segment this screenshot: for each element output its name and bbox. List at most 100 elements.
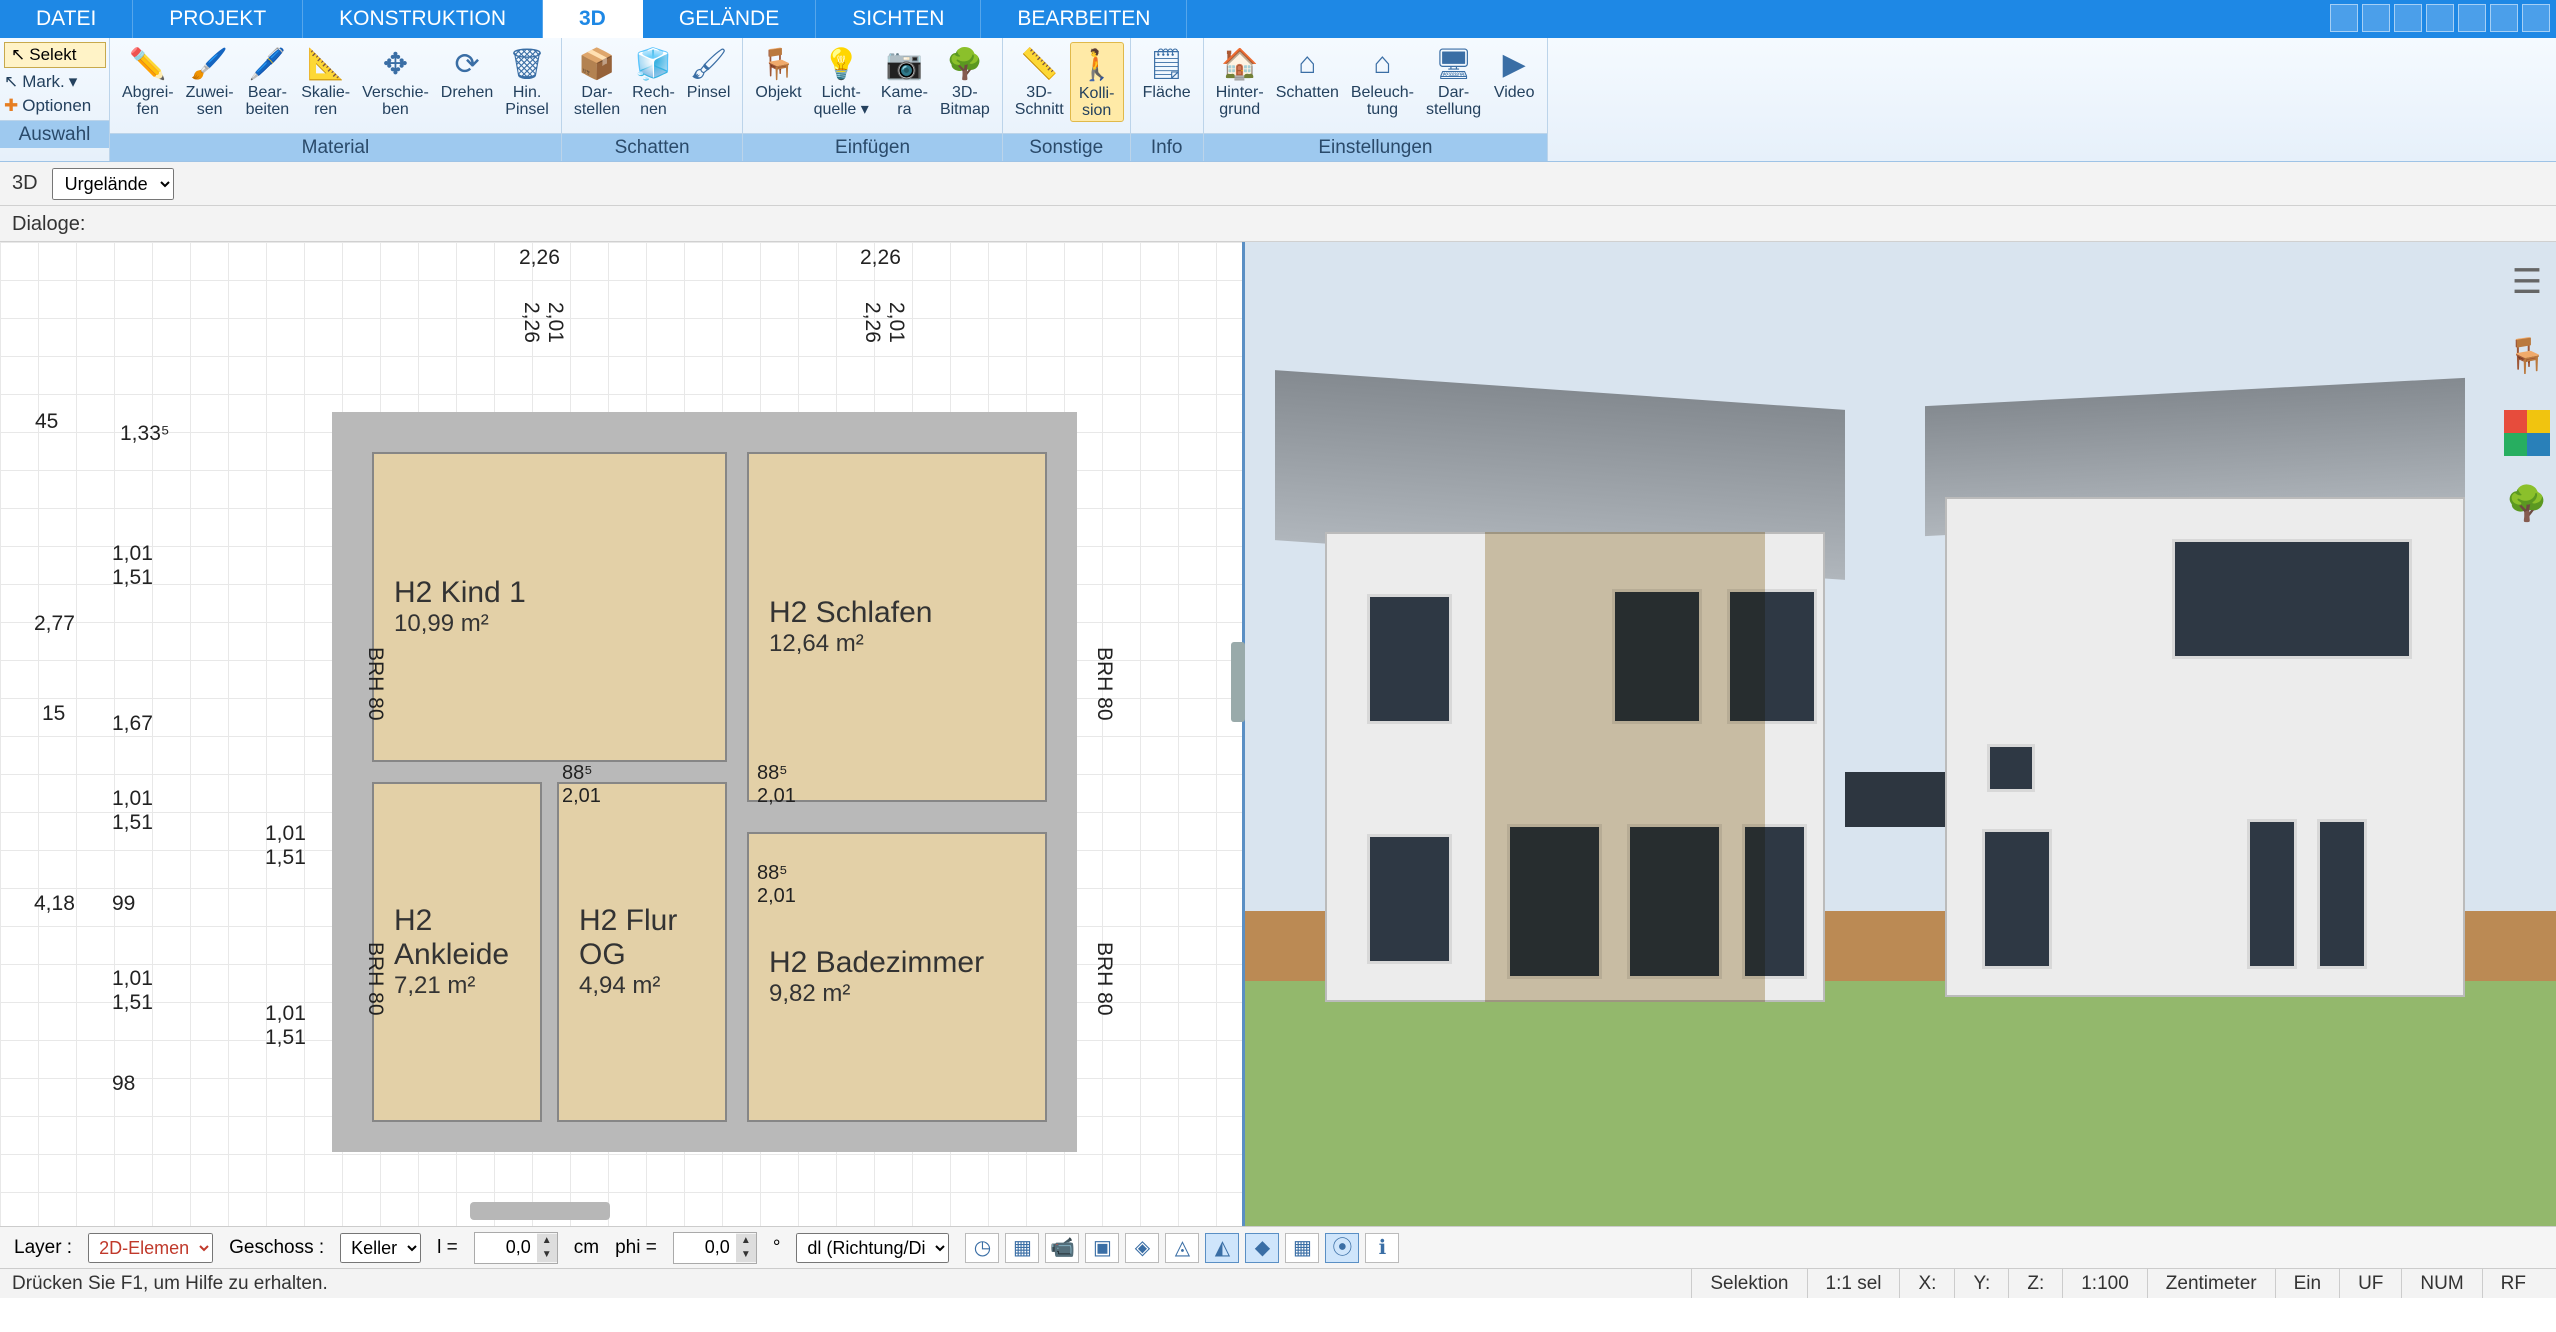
ribbon-button[interactable]: 🖊️Bear- beiten [240,42,296,120]
ribbon-button[interactable]: ⌂Beleuch- tung [1345,42,1420,120]
step-up-icon[interactable]: ▲ [537,1234,557,1248]
ribbon-label: Verschie- ben [362,84,429,118]
geschoss-select[interactable]: Keller [340,1233,421,1263]
toolbar-icon[interactable]: ◬ [1165,1233,1199,1263]
tab-konstruktion[interactable]: KONSTRUKTION [303,0,543,38]
ribbon-button[interactable]: 🪑Objekt [749,42,807,103]
dl-select[interactable]: dl (Richtung/Di [796,1233,949,1263]
step-down-icon[interactable]: ▼ [736,1248,756,1262]
close-icon[interactable] [2522,4,2550,32]
help-icon[interactable] [2426,4,2454,32]
ribbon-button[interactable]: 🚶Kolli- sion [1070,42,1124,122]
door-dimension: 88⁵ 2,01 [562,762,601,808]
ribbon-button[interactable]: 🧊Rech- nen [626,42,681,120]
ribbon-button[interactable]: 📦Dar- stellen [568,42,626,120]
toolbar-icon[interactable]: ◈ [1125,1233,1159,1263]
ribbon-button[interactable]: 📐Skalie- ren [295,42,356,120]
step-down-icon[interactable]: ▼ [537,1248,557,1262]
ribbon-icon: ⌂ [1287,44,1327,84]
mark-button[interactable]: ↖Mark.▾ [4,72,106,92]
brh-label: BRH 80 [363,647,387,721]
tab-sichten[interactable]: SICHTEN [816,0,981,38]
toolbar-icon[interactable]: ⦿ [1325,1233,1359,1263]
toolbar-icon[interactable]: ◷ [965,1233,999,1263]
layers-icon[interactable]: ☰ [2504,262,2550,308]
phi-input[interactable] [674,1233,736,1263]
view-3d[interactable]: ☰ 🪑 🌳 [1245,242,2556,1226]
ribbon-button[interactable]: 🖌Pinsel [681,42,737,103]
plan-view-2d[interactable]: 45 1,33⁵ 2,77 1,01 1,51 15 1,67 4,18 1,0… [0,242,1245,1226]
phi-stepper[interactable]: ▲▼ [673,1232,757,1264]
ribbon-label: Objekt [755,84,801,101]
ribbon-group-material: ✏️Abgrei- fen🖌️Zuwei- sen🖊️Bear- beiten📐… [110,38,562,161]
room[interactable]: H2 Kind 110,99 m² [372,452,727,762]
room-name: H2 Flur OG [579,904,705,972]
tab-projekt[interactable]: PROJEKT [133,0,303,38]
win-copy-icon[interactable] [2362,4,2390,32]
scroll-thumb-horizontal[interactable] [470,1202,610,1220]
layer-select[interactable]: Urgelände [52,168,174,200]
room-name: H2 Schlafen [769,596,932,630]
status-scale: 1:100 [2062,1269,2147,1298]
ribbon-label: Licht- quelle ▾ [814,84,869,118]
tab-gelaende[interactable]: GELÄNDE [643,0,816,38]
length-stepper[interactable]: ▲▼ [474,1232,558,1264]
ribbon-icon: 🏠 [1220,44,1260,84]
maximize-icon[interactable] [2490,4,2518,32]
group-title: Sonstige [1003,133,1130,161]
room-area: 7,21 m² [394,972,475,1000]
status-num: NUM [2401,1269,2481,1298]
group-title: Material [110,133,561,161]
toolbar-icon[interactable]: ◆ [1245,1233,1279,1263]
toolbar-icon[interactable]: 📹 [1045,1233,1079,1263]
length-input[interactable] [475,1233,537,1263]
win-restore-icon[interactable] [2394,4,2422,32]
ribbon-icon: 💡 [821,44,861,84]
ribbon-button[interactable]: 🌳3D- Bitmap [934,42,996,120]
ribbon-button[interactable]: ▶Video [1487,42,1541,103]
room[interactable]: H2 Schlafen12,64 m² [747,452,1047,802]
floor-plan[interactable]: H2 Kind 110,99 m²H2 Schlafen12,64 m² H2 A… [332,412,1077,1152]
ribbon-button[interactable]: ✥Verschie- ben [356,42,435,120]
pane-splitter[interactable] [1231,642,1245,722]
ribbon-button[interactable]: 🗒Fläche [1137,42,1197,103]
minimize-icon[interactable] [2458,4,2486,32]
room[interactable]: H2 Flur OG4,94 m² [557,782,727,1122]
toolbar-icon[interactable]: ▦ [1285,1233,1319,1263]
chair-icon[interactable]: 🪑 [2504,336,2550,382]
ribbon-button[interactable]: ⟳Drehen [435,42,499,103]
ribbon-button[interactable]: 📷Kame- ra [875,42,934,120]
ribbon-button[interactable]: 🖥Dar- stellung [1420,42,1487,120]
room-name: H2 Ankleide [394,904,520,972]
ribbon-button[interactable]: 🗑Hin. Pinsel [499,42,555,120]
ribbon-label: Video [1494,84,1535,101]
color-swatch-icon[interactable] [2504,410,2550,456]
toolbar-icon[interactable]: ◭ [1205,1233,1239,1263]
dimension-value: 2,01 2,26 [860,302,908,343]
brh-label: BRH 80 [363,942,387,1016]
toolbar-icon[interactable]: ▣ [1085,1233,1119,1263]
tab-bearbeiten[interactable]: BEARBEITEN [981,0,1187,38]
ribbon-button[interactable]: 🖌️Zuwei- sen [180,42,240,120]
ribbon-icon: 🌳 [945,44,985,84]
ribbon-icon: 🖊️ [247,44,287,84]
room-name: H2 Kind 1 [394,576,526,610]
ribbon-button[interactable]: 📏3D- Schnitt [1009,42,1070,120]
selekt-button[interactable]: ↖Selekt [4,42,106,68]
toolbar-icon[interactable]: ▦ [1005,1233,1039,1263]
ribbon-button[interactable]: ⌂Schatten [1270,42,1345,103]
layer-select[interactable]: 2D-Elemen [88,1233,213,1263]
ribbon-button[interactable]: ✏️Abgrei- fen [116,42,180,120]
tab-3d[interactable]: 3D [543,0,643,38]
toolbar-icon[interactable]: ℹ [1365,1233,1399,1263]
status-rf: RF [2482,1269,2544,1298]
optionen-button[interactable]: ✚Optionen [4,96,106,116]
ribbon-button[interactable]: 💡Licht- quelle ▾ [808,42,875,120]
tree-icon[interactable]: 🌳 [2504,484,2550,530]
ribbon-button[interactable]: 🏠Hinter- grund [1210,42,1270,120]
tab-datei[interactable]: DATEI [0,0,133,38]
step-up-icon[interactable]: ▲ [736,1234,756,1248]
win-tool-icon[interactable] [2330,4,2358,32]
ribbon-icon: 🪑 [759,44,799,84]
room[interactable]: H2 Ankleide7,21 m² [372,782,542,1122]
